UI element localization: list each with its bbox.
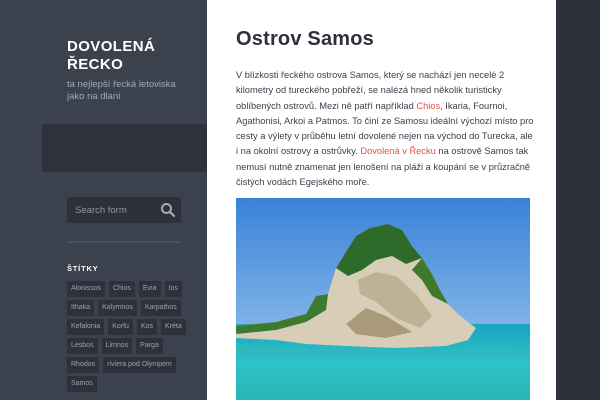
tag-link[interactable]: Kos xyxy=(136,319,157,335)
tag-link[interactable]: Ios xyxy=(164,281,182,297)
island-photo xyxy=(236,198,530,400)
tag-link[interactable]: Kefalonia xyxy=(67,319,105,335)
site-tagline: ta nejlepší řecká letoviska jako na dlan… xyxy=(67,79,176,102)
tag-link[interactable]: Kréta xyxy=(161,319,186,335)
tag-link[interactable]: Evia xyxy=(138,281,161,297)
tags-heading: ŠTÍTKY xyxy=(67,264,99,273)
site-title[interactable]: DOVOLENÁ ŘECKO xyxy=(67,38,197,74)
chios-link[interactable]: Chios xyxy=(416,101,440,111)
tag-link[interactable]: Limnos xyxy=(101,338,133,354)
tag-link[interactable]: Korfu xyxy=(108,319,133,335)
tag-link[interactable]: riviera pod Olympem xyxy=(103,357,176,373)
menu-bar xyxy=(42,124,207,172)
search-input[interactable] xyxy=(67,197,151,223)
search-icon[interactable] xyxy=(160,202,176,218)
right-background xyxy=(556,0,600,400)
tag-link[interactable]: Karpathos xyxy=(140,300,181,316)
tag-link[interactable]: Lesbos xyxy=(67,338,98,354)
tag-link[interactable]: Kalymnos xyxy=(98,300,137,316)
tag-link[interactable]: Ithaka xyxy=(67,300,95,316)
tag-link[interactable]: Alonissos xyxy=(67,281,105,297)
tag-link[interactable]: Rhodos xyxy=(67,357,100,373)
sidebar-divider xyxy=(67,241,181,243)
tag-link[interactable]: Chios xyxy=(108,281,135,297)
search-form xyxy=(67,197,181,223)
dovolena-link[interactable]: Dovolená v Řecku xyxy=(360,146,435,156)
article-paragraph: V blízkosti řeckého ostrova Samos, který… xyxy=(236,68,536,190)
tag-cloud: Alonissos Chios Evia Ios Ithaka Kalymnos… xyxy=(67,281,192,392)
page-title: Ostrov Samos xyxy=(236,28,375,50)
tag-link[interactable]: Samos xyxy=(67,376,97,392)
tag-link[interactable]: Parga xyxy=(136,338,163,354)
